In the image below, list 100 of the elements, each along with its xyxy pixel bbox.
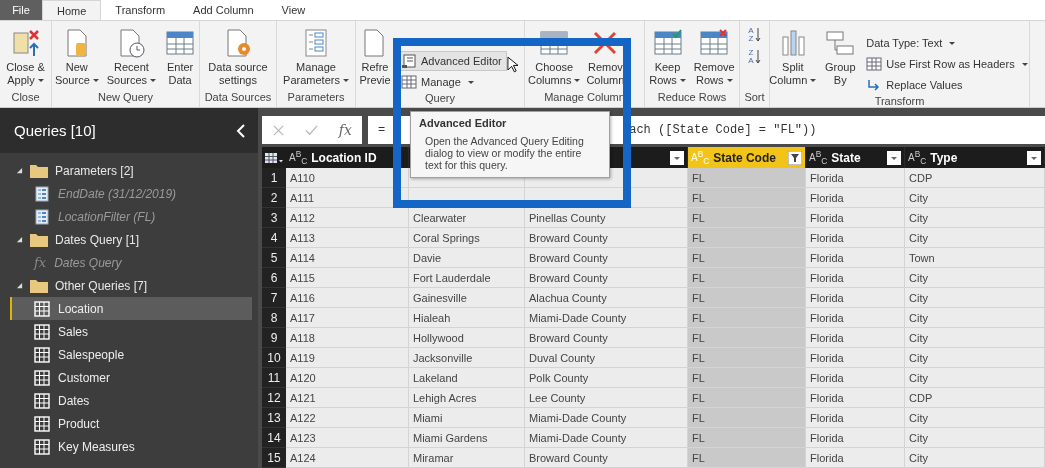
table-cell: Florida xyxy=(806,268,905,288)
table-cell: Davie xyxy=(409,248,525,268)
table-icon xyxy=(34,415,50,432)
folder-label: Other Queries [7] xyxy=(55,278,148,293)
ribbon-tab[interactable]: View xyxy=(267,0,320,20)
table-cell: Lakeland xyxy=(409,368,525,388)
sort-button[interactable]: A Z xyxy=(746,27,763,43)
ribbon-button[interactable]: Manage Parameters xyxy=(280,27,352,87)
table-cell: Gainesville xyxy=(409,288,525,308)
expander-icon[interactable] xyxy=(16,236,23,243)
table-cell: Florida xyxy=(806,368,905,388)
ribbon-button[interactable]: Use First Row as Headers xyxy=(861,54,1033,74)
group-label: Reduce Rows xyxy=(657,91,727,105)
ribbon-button[interactable]: New Source xyxy=(51,27,102,87)
ribbon-button[interactable]: Keep Rows xyxy=(646,27,689,87)
table-cell: Hialeah xyxy=(409,308,525,328)
table-cell: CDP xyxy=(905,388,1045,408)
table-cell: Broward County xyxy=(525,268,688,288)
ribbon-button[interactable]: Data source settings xyxy=(205,27,271,87)
dropdown-button[interactable] xyxy=(670,150,684,165)
table-cell: Florida xyxy=(806,388,905,408)
table-cell: A110 xyxy=(286,168,409,188)
table-cell: City xyxy=(905,268,1045,288)
query-item[interactable]: LocationFilter (FL) xyxy=(10,205,252,228)
table-cell: FL xyxy=(688,428,806,448)
table-cell: Town xyxy=(905,248,1045,268)
query-item[interactable]: Dates xyxy=(10,389,252,412)
table-cell: Broward County xyxy=(525,228,688,248)
table-cell: City xyxy=(905,408,1045,428)
expander-icon[interactable] xyxy=(16,167,23,174)
table-cell: Florida xyxy=(806,288,905,308)
table-cell: Florida xyxy=(806,208,905,228)
sort-button[interactable]: Z A xyxy=(746,49,763,65)
row-number: 13 xyxy=(262,408,286,428)
column-title: Location ID xyxy=(311,150,378,165)
table-cell: Florida xyxy=(806,228,905,248)
dropdown-button[interactable] xyxy=(1027,150,1041,165)
group-label: Sort xyxy=(744,91,765,105)
collapse-icon[interactable] xyxy=(236,123,246,138)
function-icon[interactable]: fx xyxy=(338,122,352,138)
table-cell: FL xyxy=(688,268,806,288)
expander-icon[interactable] xyxy=(16,282,23,289)
ribbon-button[interactable]: Recent Sources xyxy=(103,27,160,87)
row-number: 15 xyxy=(262,448,286,468)
parameter-icon xyxy=(34,208,50,225)
ribbon-button[interactable]: Remove Rows xyxy=(690,27,738,87)
row-number: 6 xyxy=(262,268,286,288)
column-header[interactable]: A$^{B}$$_{C}$ Type xyxy=(905,147,1045,168)
table-cell: A118 xyxy=(286,328,409,348)
table-cell: FL xyxy=(688,368,806,388)
column-title: Type xyxy=(930,150,959,165)
table-cell: Florida xyxy=(806,188,905,208)
ribbon-tab[interactable]: Add Column xyxy=(179,0,268,20)
query-item[interactable]: Salespeople xyxy=(10,343,252,366)
table-cell: City xyxy=(905,428,1045,448)
table-cell: A113 xyxy=(286,228,409,248)
ribbon-button[interactable]: Group By xyxy=(821,27,860,87)
row-number: 10 xyxy=(262,348,286,368)
table-cell: A122 xyxy=(286,408,409,428)
table-cell: FL xyxy=(688,168,806,188)
table-cell: City xyxy=(905,228,1045,248)
row-number: 2 xyxy=(262,188,286,208)
table-cell: Broward County xyxy=(525,328,688,348)
ribbon-tab[interactable]: File xyxy=(0,0,42,20)
column-header[interactable]: A$^{B}$$_{C}$ Location ID xyxy=(286,147,409,168)
arrow-icon xyxy=(754,27,761,43)
column-title: State Code xyxy=(713,150,777,165)
ribbon-button[interactable]: Refre Previe xyxy=(358,27,392,87)
ribbon-tab[interactable]: Home xyxy=(42,0,102,20)
query-item[interactable]: EndDate (31/12/2019) xyxy=(10,182,252,205)
ribbon-tab[interactable]: Transform xyxy=(101,0,180,20)
query-item[interactable]: Product xyxy=(10,412,252,435)
table-cell: A116 xyxy=(286,288,409,308)
table-cell: FL xyxy=(688,228,806,248)
ribbon-button[interactable]: Replace Values xyxy=(861,75,1033,95)
table-cell: CDP xyxy=(905,168,1045,188)
table-cell: Lee County xyxy=(525,388,688,408)
check-icon[interactable] xyxy=(305,123,319,137)
query-item[interactable]: Customer xyxy=(10,366,252,389)
table-cell: Florida xyxy=(806,408,905,428)
query-item[interactable]: Sales xyxy=(10,320,252,343)
table-cell: City xyxy=(905,368,1045,388)
query-item[interactable]: Key Measures xyxy=(10,435,252,458)
query-item[interactable]: fx Dates Query xyxy=(10,251,252,274)
column-title: State xyxy=(831,150,862,165)
ribbon-button[interactable]: Close & Apply xyxy=(3,27,48,87)
ribbon-button[interactable]: Choose Columns xyxy=(527,27,582,87)
table-cell: FL xyxy=(688,348,806,368)
row-number: 9 xyxy=(262,328,286,348)
ribbon-button[interactable]: Enter Data xyxy=(161,27,200,87)
table-menu-icon[interactable] xyxy=(264,151,284,164)
column-header[interactable]: A$^{B}$$_{C}$ State Code xyxy=(688,147,806,168)
table-cell: Florida xyxy=(806,428,905,448)
ribbon-button[interactable]: Manage xyxy=(396,72,507,92)
column-header[interactable]: A$^{B}$$_{C}$ State xyxy=(806,147,905,168)
ribbon-button[interactable]: Data Type: Text xyxy=(861,33,1033,53)
ribbon-button[interactable]: Split Column xyxy=(766,27,820,87)
dropdown-button[interactable] xyxy=(887,150,901,165)
query-item[interactable]: Location xyxy=(10,297,252,320)
filter-button[interactable] xyxy=(788,150,802,165)
